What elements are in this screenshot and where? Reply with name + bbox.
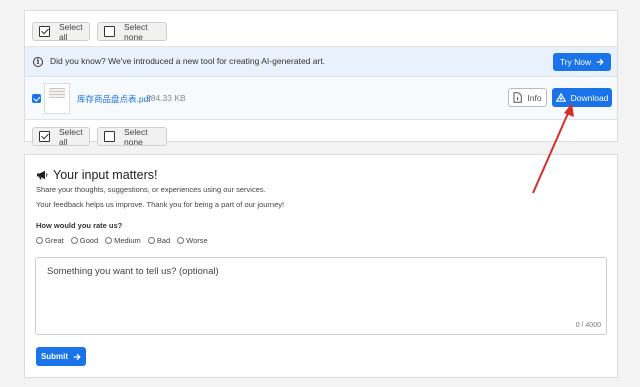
file-results-panel: Select all Select none i Did you know? W… xyxy=(24,10,618,147)
rating-worse[interactable]: Worse xyxy=(177,236,208,245)
selection-bar-top: Select all Select none xyxy=(25,11,617,47)
info-label: Info xyxy=(527,92,542,103)
rating-label: Bad xyxy=(156,236,171,245)
rating-medium[interactable]: Medium xyxy=(105,236,141,245)
select-all-label: Select all xyxy=(59,21,83,42)
textarea-placeholder: Something you want to tell us? (optional… xyxy=(47,266,219,277)
rating-label: Great xyxy=(45,236,64,245)
select-all-button[interactable]: Select all xyxy=(32,21,90,42)
cloud-download-icon xyxy=(555,93,566,102)
checkbox-checked-icon xyxy=(39,131,50,142)
download-label: Download xyxy=(570,92,609,103)
select-all-label: Select all xyxy=(59,126,83,147)
file-thumbnail xyxy=(44,83,70,114)
rating-options: Great Good Medium Bad Worse xyxy=(36,236,208,245)
rating-great[interactable]: Great xyxy=(36,236,64,245)
submit-label: Submit xyxy=(40,352,69,361)
info-button[interactable]: Info xyxy=(508,88,547,107)
download-button[interactable]: Download xyxy=(552,88,612,107)
select-none-label: Select none xyxy=(124,21,148,42)
rating-good[interactable]: Good xyxy=(70,236,99,245)
rating-label: Good xyxy=(79,236,99,245)
arrow-right-icon xyxy=(596,58,604,66)
file-size: 284.33 KB xyxy=(146,93,186,103)
rating-label: Worse xyxy=(186,236,208,245)
feedback-title: Your input matters! xyxy=(53,168,158,182)
document-info-icon xyxy=(513,92,523,103)
radio-icon xyxy=(177,237,185,244)
submit-button[interactable]: Submit xyxy=(36,347,86,366)
notice-banner: i Did you know? We've introduced a new t… xyxy=(25,47,617,77)
radio-icon xyxy=(36,237,43,244)
select-none-label: Select none xyxy=(124,126,148,147)
radio-icon xyxy=(147,237,155,244)
megaphone-icon xyxy=(37,170,48,180)
char-counter: 0 / 4000 xyxy=(575,322,601,329)
checkbox-empty-icon xyxy=(104,131,115,142)
checkbox-empty-icon xyxy=(104,26,115,37)
rating-question: How would you rate us? xyxy=(36,221,123,230)
feedback-panel: Your input matters! Share your thoughts,… xyxy=(24,154,618,378)
feedback-textarea[interactable]: Something you want to tell us? (optional… xyxy=(35,257,607,335)
radio-icon xyxy=(70,237,78,244)
try-now-label: Try Now xyxy=(559,57,592,67)
try-now-button[interactable]: Try Now xyxy=(553,53,611,71)
rating-bad[interactable]: Bad xyxy=(147,236,171,245)
radio-icon xyxy=(105,237,113,244)
file-checkbox[interactable] xyxy=(32,94,41,103)
select-none-button-bottom[interactable]: Select none xyxy=(97,126,167,147)
select-all-button-bottom[interactable]: Select all xyxy=(32,126,90,147)
selection-bar-bottom: Select all Select none xyxy=(25,120,617,153)
feedback-description-line1: Share your thoughts, suggestions, or exp… xyxy=(36,185,266,194)
info-icon: i xyxy=(33,57,43,67)
file-row: 库存商品盘点表.pdf 284.33 KB Info Download xyxy=(25,78,617,120)
feedback-description-line2: Your feedback helps us improve. Thank yo… xyxy=(36,200,285,209)
arrow-right-icon xyxy=(73,353,81,360)
checkbox-checked-icon xyxy=(39,26,50,37)
select-none-button[interactable]: Select none xyxy=(97,21,167,42)
rating-label: Medium xyxy=(114,236,141,245)
notice-text: Did you know? We've introduced a new too… xyxy=(50,56,326,66)
file-name-link[interactable]: 库存商品盘点表.pdf xyxy=(77,93,151,105)
